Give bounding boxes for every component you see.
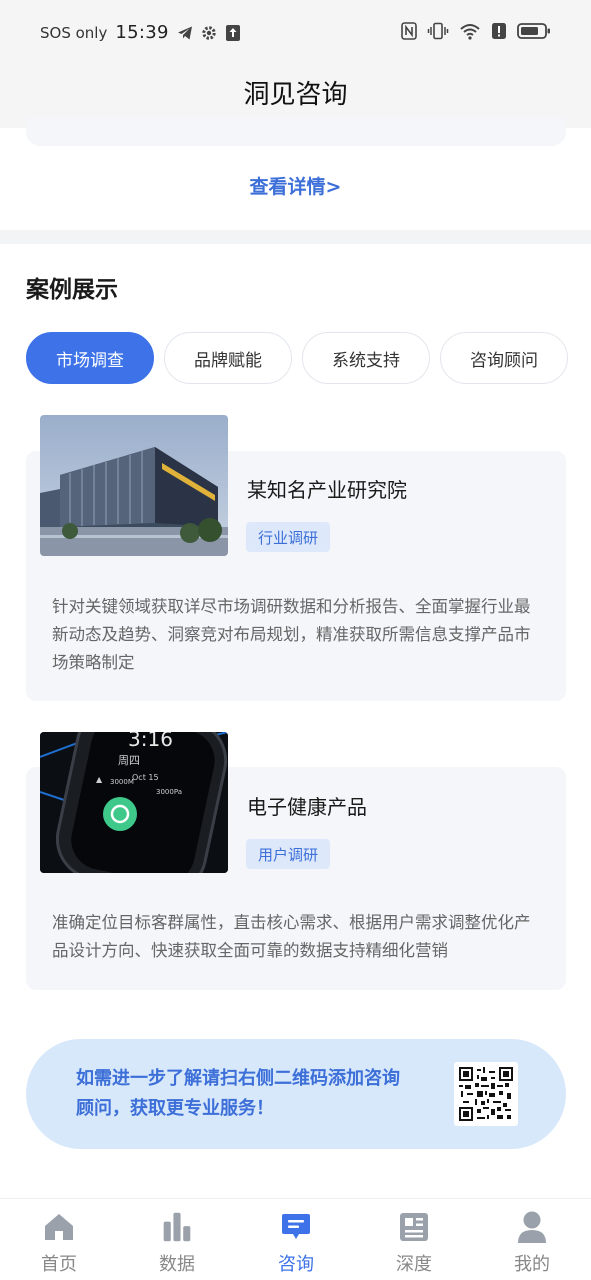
nav-item-depth[interactable]: 深度 xyxy=(355,1199,473,1280)
chat-bubble-icon xyxy=(280,1211,312,1243)
upload-notification-icon xyxy=(225,24,241,42)
carrier-status: SOS only xyxy=(40,23,108,42)
case-title: 某知名产业研究院 xyxy=(247,478,407,502)
case-description: 针对关键领域获取详尽市场调研数据和分析报告、全面掌握行业最新动态及趋势、洞察竞对… xyxy=(52,597,531,672)
bar-chart-icon xyxy=(161,1211,193,1243)
watch-altitude: 3000M xyxy=(110,778,134,786)
nav-label: 我的 xyxy=(514,1254,550,1275)
tab-consulting-advisor[interactable]: 咨询顾问 xyxy=(440,332,568,384)
cta-text: 如需进一步了解请扫右侧二维码添加咨询顾问，获取更专业服务！ xyxy=(76,1068,400,1119)
nav-label: 深度 xyxy=(396,1254,432,1275)
nav-item-data[interactable]: 数据 xyxy=(118,1199,236,1280)
home-icon xyxy=(43,1211,75,1243)
cases-section-title: 案例展示 xyxy=(26,277,118,303)
qr-code-icon[interactable] xyxy=(454,1062,518,1126)
case-image-smartwatch: 3:16 周四 Oct 15 ▲ 3000M 3000Pa xyxy=(40,732,228,873)
nav-item-mine[interactable]: 我的 xyxy=(473,1199,591,1280)
alert-icon xyxy=(491,22,507,40)
bottom-navigation: 首页 数据 咨询 深度 我的 xyxy=(0,1198,591,1280)
clock: 15:39 xyxy=(115,22,169,43)
watch-date: Oct 15 xyxy=(132,773,159,782)
case-tag: 行业调研 xyxy=(246,522,331,552)
page-title: 洞见咨询 xyxy=(243,80,348,110)
watch-time: 3:16 xyxy=(128,732,173,751)
svg-text:▲: ▲ xyxy=(96,775,103,784)
user-icon xyxy=(516,1211,548,1243)
tab-system-support[interactable]: 系统支持 xyxy=(302,332,430,384)
nfc-icon xyxy=(401,22,417,40)
vibrate-icon xyxy=(427,22,449,40)
tab-market-research[interactable]: 市场调查 xyxy=(26,332,154,384)
contact-cta-banner: 如需进一步了解请扫右侧二维码添加咨询顾问，获取更专业服务！ xyxy=(26,1039,566,1149)
watch-weekday: 周四 xyxy=(118,754,140,767)
case-tag: 用户调研 xyxy=(246,839,331,869)
section-divider xyxy=(0,230,591,244)
nav-label: 咨询 xyxy=(278,1254,314,1275)
telegram-icon xyxy=(177,25,193,41)
view-details-link[interactable]: 查看详情> xyxy=(0,172,591,199)
status-bar: SOS only 15:39 xyxy=(0,0,591,64)
nav-label: 首页 xyxy=(41,1254,77,1275)
nav-item-home[interactable]: 首页 xyxy=(0,1199,118,1280)
tab-brand-empowerment[interactable]: 品牌赋能 xyxy=(164,332,292,384)
battery-icon xyxy=(517,22,551,40)
wifi-icon xyxy=(459,22,481,40)
case-title: 电子健康产品 xyxy=(247,795,367,819)
nav-item-consult[interactable]: 咨询 xyxy=(237,1199,355,1280)
nav-label: 数据 xyxy=(159,1254,195,1275)
settings-gear-icon xyxy=(201,25,217,41)
watch-pressure: 3000Pa xyxy=(156,788,182,796)
case-image-building xyxy=(40,415,228,556)
case-category-tabs: 市场调查 品牌赋能 系统支持 咨询顾问 xyxy=(26,332,568,384)
article-icon xyxy=(398,1211,430,1243)
previous-section-card xyxy=(26,118,566,146)
case-description: 准确定位目标客群属性，直击核心需求、根据用户需求调整优化产品设计方向、快速获取全… xyxy=(52,913,531,960)
